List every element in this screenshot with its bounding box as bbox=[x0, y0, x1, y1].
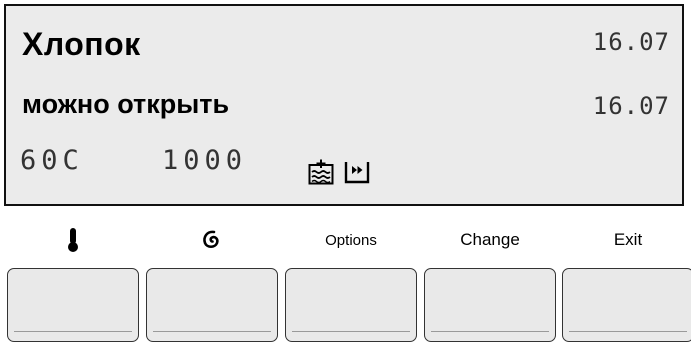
spin-button[interactable] bbox=[146, 268, 278, 342]
door-status: можно открыть bbox=[22, 89, 230, 119]
temperature-button[interactable] bbox=[7, 268, 139, 342]
temperature-button-label bbox=[7, 222, 139, 258]
change-button-label: Change bbox=[460, 230, 520, 249]
status-time: 16.07 bbox=[592, 92, 670, 120]
exit-button[interactable] bbox=[562, 268, 691, 342]
temperature-value: 60C bbox=[20, 145, 84, 176]
spin-speed-value: 1000 bbox=[162, 145, 248, 176]
options-button-label: Options bbox=[325, 231, 377, 249]
program-time: 16.07 bbox=[592, 28, 670, 56]
lcd-display: Хлопок 16.07 можно открыть 16.07 60C 100… bbox=[4, 4, 684, 206]
spin-button-label bbox=[146, 222, 278, 258]
options-button[interactable] bbox=[285, 268, 417, 342]
spin-icon bbox=[201, 229, 223, 251]
change-button[interactable] bbox=[424, 268, 556, 342]
extra-rinse-icon bbox=[308, 159, 334, 185]
thermometer-icon bbox=[67, 227, 79, 253]
program-name: Хлопок bbox=[22, 26, 141, 62]
exit-button-label: Exit bbox=[613, 230, 643, 249]
skip-forward-icon bbox=[344, 159, 370, 185]
